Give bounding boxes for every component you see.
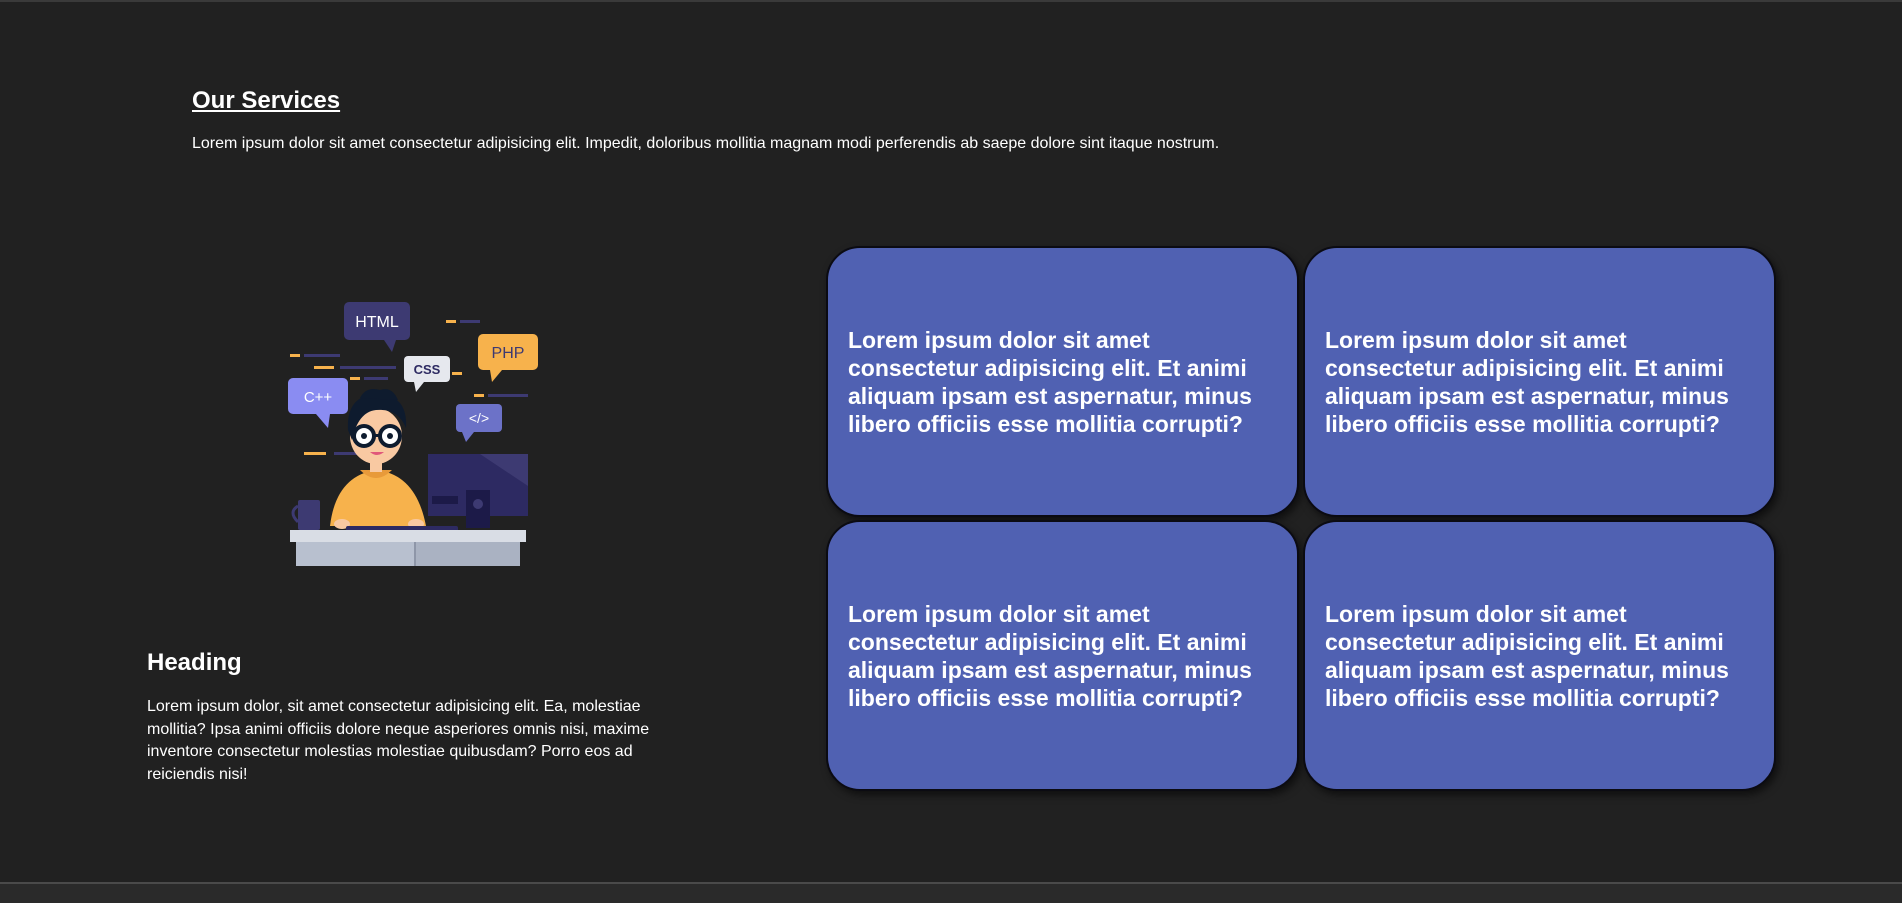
service-card: Lorem ipsum dolor sit amet consectetur a…: [826, 246, 1299, 517]
left-paragraph: Lorem ipsum dolor, sit amet consectetur …: [147, 698, 650, 783]
service-card: Lorem ipsum dolor sit amet consectetur a…: [826, 520, 1299, 791]
css-bubble: CSS: [404, 356, 450, 392]
top-divider: [0, 0, 1902, 2]
desk: [290, 530, 526, 566]
developer-illustration-svg: HTML CSS PHP C++ </>: [288, 302, 538, 566]
service-card-text: Lorem ipsum dolor sit amet consectetur a…: [848, 326, 1252, 437]
php-bubble: PHP: [478, 334, 538, 382]
monitor: [428, 454, 528, 528]
left-heading: Heading: [147, 649, 242, 676]
css-bubble-label: CSS: [414, 362, 441, 377]
service-cards-grid: Lorem ipsum dolor sit amet consectetur a…: [826, 246, 1776, 791]
code-bubble-label: </>: [469, 410, 489, 426]
service-card-text: Lorem ipsum dolor sit amet consectetur a…: [1325, 600, 1729, 711]
mug: [291, 500, 320, 530]
service-card-text: Lorem ipsum dolor sit amet consectetur a…: [848, 600, 1252, 711]
services-description: Lorem ipsum dolor sit amet consectetur a…: [192, 135, 1220, 152]
services-title: Our Services: [192, 87, 341, 114]
html-bubble-label: HTML: [355, 314, 399, 331]
cpp-bubble: C++: [288, 378, 348, 428]
service-card: Lorem ipsum dolor sit amet consectetur a…: [1303, 246, 1776, 517]
left-text-block: Heading Lorem ipsum dolor, sit amet cons…: [147, 648, 667, 786]
service-card: Lorem ipsum dolor sit amet consectetur a…: [1303, 520, 1776, 791]
html-bubble: HTML: [344, 302, 410, 352]
cpp-bubble-label: C++: [304, 389, 333, 406]
php-bubble-label: PHP: [492, 345, 525, 362]
developer-illustration: HTML CSS PHP C++ </>: [280, 290, 550, 580]
bottom-strip: [0, 884, 1902, 903]
services-section-header: Our Services Lorem ipsum dolor sit amet …: [192, 86, 1292, 154]
service-card-text: Lorem ipsum dolor sit amet consectetur a…: [1325, 326, 1729, 437]
code-bubble: </>: [456, 404, 502, 442]
